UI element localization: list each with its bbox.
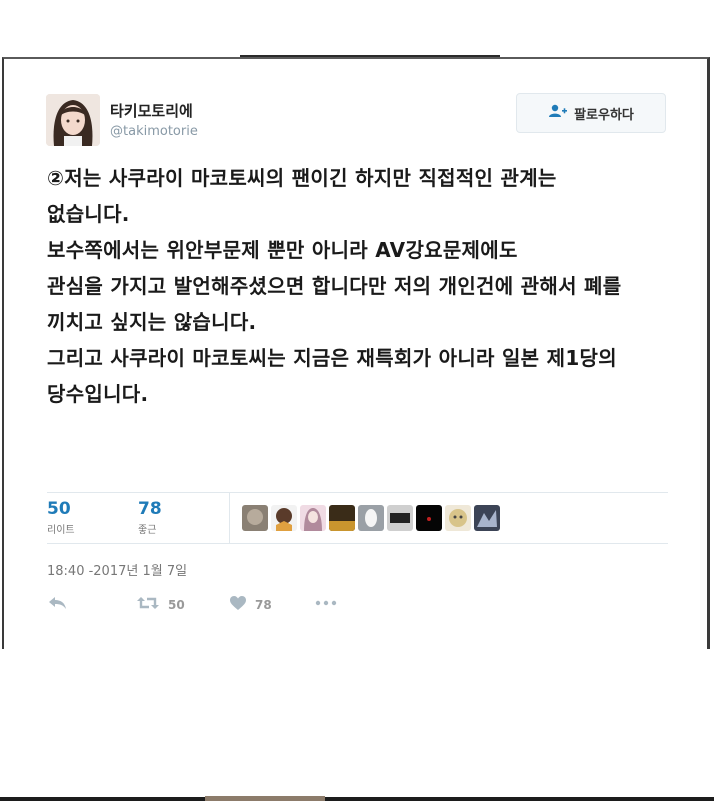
- liker-avatar[interactable]: [242, 505, 268, 531]
- liker-avatar[interactable]: [387, 505, 413, 531]
- stats-bottom-divider: [47, 543, 668, 544]
- avatar-image: [46, 94, 100, 146]
- bottom-edge-line: [0, 797, 714, 801]
- like-label: 좋근: [138, 525, 157, 536]
- like-action-count: 78: [255, 597, 272, 612]
- tweet-line: 끼치고 싶지는 않습니다.: [47, 310, 257, 334]
- heart-icon: [229, 595, 247, 614]
- retweet-label: 리이트: [47, 525, 75, 536]
- tweet-timestamp[interactable]: 18:40 -2017년 1월 7일: [47, 560, 187, 579]
- bottom-edge-fragment: [205, 796, 325, 801]
- tweet-line: 관심을 가지고 발언해주셨으면 합니다만 저의 개인건에 관해서 폐를: [47, 274, 622, 298]
- retweet-icon: [136, 595, 160, 614]
- follow-button[interactable]: 팔로우하다: [516, 93, 666, 133]
- avatar[interactable]: [46, 94, 100, 146]
- retweet-count[interactable]: 50: [47, 499, 71, 519]
- stats-top-divider: [47, 492, 668, 493]
- blank-area: [0, 649, 714, 801]
- reply-button[interactable]: [47, 595, 69, 614]
- stats-separator: [229, 492, 230, 544]
- liker-avatars: [242, 505, 500, 531]
- tweet-line: 그리고 사쿠라이 마코토씨는 지금은 재특회가 아니라 일본 제1당의: [47, 346, 617, 370]
- liker-avatar[interactable]: [474, 505, 500, 531]
- more-button[interactable]: [315, 595, 337, 609]
- tweet-line: ②저는 사쿠라이 마코토씨의 팬이긴 하지만 직접적인 관계는: [47, 166, 557, 190]
- tweet-line: 당수입니다.: [47, 382, 149, 406]
- display-name[interactable]: 타키모토리에: [110, 100, 193, 121]
- tweet-text: ②저는 사쿠라이 마코토씨의 팬이긴 하지만 직접적인 관계는 없습니다. 보수…: [47, 160, 662, 412]
- tweet-line: 없습니다.: [47, 202, 130, 226]
- reply-icon: [47, 595, 69, 614]
- add-user-icon: [548, 104, 568, 122]
- liker-avatar[interactable]: [300, 505, 326, 531]
- follow-button-label: 팔로우하다: [574, 107, 634, 123]
- top-background: [0, 0, 714, 57]
- liker-avatar[interactable]: [416, 505, 442, 531]
- liker-avatar[interactable]: [271, 505, 297, 531]
- liker-avatar[interactable]: [329, 505, 355, 531]
- liker-avatar[interactable]: [445, 505, 471, 531]
- retweet-action-count: 50: [168, 597, 185, 612]
- tweet-line: 보수쪽에서는 위안부문제 뿐만 아니라 AV강요문제에도: [47, 238, 518, 262]
- user-handle[interactable]: @takimotorie: [110, 124, 198, 139]
- retweet-button[interactable]: 50: [136, 595, 185, 614]
- liker-avatar[interactable]: [358, 505, 384, 531]
- more-icon: [315, 595, 337, 609]
- like-count[interactable]: 78: [138, 499, 162, 519]
- like-button[interactable]: 78: [229, 595, 272, 614]
